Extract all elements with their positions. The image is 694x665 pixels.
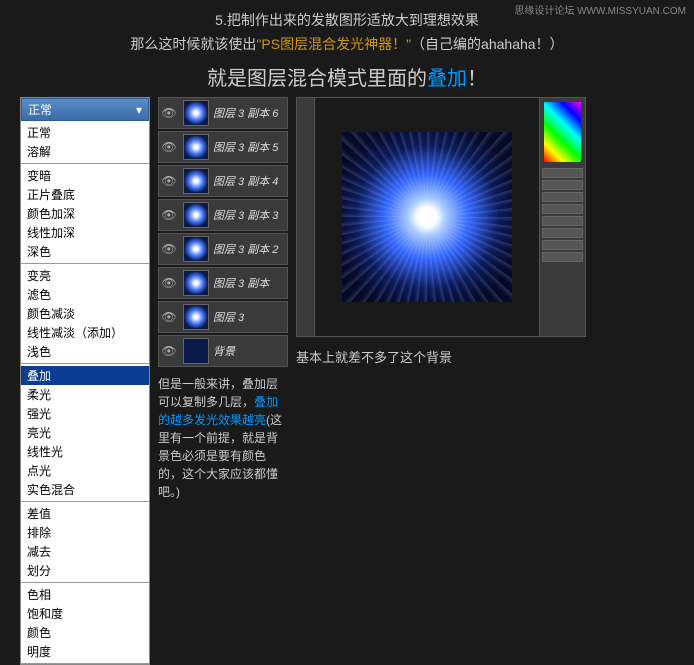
intro-quote: "PS图层混合发光神器！"	[256, 36, 411, 52]
blend-mode-menu: 正常 ▾ 正常溶解变暗正片叠底颜色加深线性加深深色变亮滤色颜色减淡线性减淡（添加…	[20, 97, 150, 665]
layer-thumbnail	[183, 236, 209, 262]
layer-row[interactable]: 👁 背景	[158, 335, 288, 367]
color-swatch-panel	[544, 102, 581, 162]
layer-row[interactable]: 👁 图层 3	[158, 301, 288, 333]
blend-item[interactable]: 饱和度	[21, 604, 149, 623]
blend-item[interactable]: 划分	[21, 561, 149, 580]
layer-thumbnail	[183, 100, 209, 126]
mini-layer-row	[542, 192, 583, 202]
glow-artwork	[342, 132, 512, 302]
layer-row[interactable]: 👁 图层 3 副本 6	[158, 97, 288, 129]
blend-item[interactable]: 明度	[21, 642, 149, 661]
intro-post: （自己编的ahahaha！）	[411, 36, 564, 52]
visibility-eye-icon[interactable]: 👁	[159, 140, 179, 154]
visibility-eye-icon[interactable]: 👁	[159, 106, 179, 120]
layer-thumbnail	[183, 270, 209, 296]
title-post: ！	[467, 68, 487, 90]
layer-name: 图层 3	[213, 309, 244, 325]
layers-panel: 👁 图层 3 副本 6 👁 图层 3 副本 5 👁 图层 3 副本 4 👁 图层 3 副本 3…	[158, 97, 288, 665]
visibility-eye-icon[interactable]: 👁	[159, 310, 179, 324]
ps-toolbar	[297, 98, 315, 336]
layer-name: 图层 3 副本 2	[213, 241, 278, 257]
preview-caption: 基本上就差不多了这个背景	[296, 347, 674, 366]
blend-item[interactable]: 浅色	[21, 342, 149, 361]
intro-pre: 那么这时候就该使出	[130, 36, 256, 52]
layer-row[interactable]: 👁 图层 3 副本	[158, 267, 288, 299]
mini-layers-panel	[540, 166, 585, 266]
blend-item[interactable]: 叠加	[21, 366, 149, 385]
layer-thumbnail	[183, 168, 209, 194]
layer-name: 图层 3 副本 3	[213, 207, 278, 223]
layer-name: 图层 3 副本	[213, 275, 269, 291]
mini-layer-row	[542, 252, 583, 262]
blend-item[interactable]: 变亮	[21, 266, 149, 285]
mini-layer-row	[542, 180, 583, 190]
mini-layer-row	[542, 240, 583, 250]
watermark-text: 思缘设计论坛 WWW.MISSYUAN.COM	[514, 2, 686, 17]
layer-row[interactable]: 👁 图层 3 副本 2	[158, 233, 288, 265]
preview-area: 基本上就差不多了这个背景	[296, 97, 674, 665]
blend-item[interactable]: 正常	[21, 123, 149, 142]
layer-row[interactable]: 👁 图层 3 副本 5	[158, 131, 288, 163]
layer-row[interactable]: 👁 图层 3 副本 4	[158, 165, 288, 197]
main-content: 正常 ▾ 正常溶解变暗正片叠底颜色加深线性加深深色变亮滤色颜色减淡线性减淡（添加…	[0, 97, 694, 665]
blend-item[interactable]: 柔光	[21, 385, 149, 404]
blend-item[interactable]: 色相	[21, 585, 149, 604]
blend-item[interactable]: 亮光	[21, 423, 149, 442]
mini-layer-row	[542, 168, 583, 178]
blend-item[interactable]: 线性减淡（添加）	[21, 323, 149, 342]
mini-layer-row	[542, 204, 583, 214]
blend-item[interactable]: 实色混合	[21, 480, 149, 499]
visibility-eye-icon[interactable]: 👁	[159, 344, 179, 358]
mini-layer-row	[542, 216, 583, 226]
visibility-eye-icon[interactable]: 👁	[159, 242, 179, 256]
blend-item[interactable]: 变暗	[21, 166, 149, 185]
mini-layer-row	[542, 228, 583, 238]
note-text: 但是一般来讲，叠加层可以复制多几层，叠加的越多发光效果越亮(这里有一个前提，就是…	[158, 375, 288, 501]
layer-thumbnail	[183, 134, 209, 160]
ps-right-panels	[539, 98, 585, 336]
title-line: 就是图层混合模式里面的叠加！	[0, 62, 694, 91]
blend-item[interactable]: 强光	[21, 404, 149, 423]
layer-thumbnail	[183, 202, 209, 228]
blend-item[interactable]: 排除	[21, 523, 149, 542]
blend-item[interactable]: 线性光	[21, 442, 149, 461]
layer-row[interactable]: 👁 图层 3 副本 3	[158, 199, 288, 231]
blend-item[interactable]: 差值	[21, 504, 149, 523]
visibility-eye-icon[interactable]: 👁	[159, 276, 179, 290]
layer-name: 图层 3 副本 5	[213, 139, 278, 155]
visibility-eye-icon[interactable]: 👁	[159, 174, 179, 188]
title-pre: 就是图层混合模式里面的	[207, 68, 427, 90]
layer-thumbnail	[183, 304, 209, 330]
blend-item[interactable]: 颜色减淡	[21, 304, 149, 323]
layer-name: 图层 3 副本 6	[213, 105, 278, 121]
title-highlight: 叠加	[427, 68, 467, 90]
ps-canvas	[315, 98, 539, 336]
blend-item[interactable]: 减去	[21, 542, 149, 561]
blend-item[interactable]: 滤色	[21, 285, 149, 304]
blend-item[interactable]: 正片叠底	[21, 185, 149, 204]
intro-line: 那么这时候就该使出"PS图层混合发光神器！"（自己编的ahahaha！）	[0, 34, 694, 54]
blend-current: 正常	[28, 101, 52, 118]
dropdown-arrow-icon: ▾	[136, 103, 142, 117]
blend-item[interactable]: 深色	[21, 242, 149, 261]
blend-item[interactable]: 颜色加深	[21, 204, 149, 223]
layer-thumbnail	[183, 338, 209, 364]
visibility-eye-icon[interactable]: 👁	[159, 208, 179, 222]
layer-name: 背景	[213, 343, 235, 359]
photoshop-window	[296, 97, 586, 337]
blend-item[interactable]: 颜色	[21, 623, 149, 642]
layer-name: 图层 3 副本 4	[213, 173, 278, 189]
blend-item[interactable]: 溶解	[21, 142, 149, 161]
blend-item[interactable]: 点光	[21, 461, 149, 480]
blend-dropdown-header[interactable]: 正常 ▾	[21, 98, 149, 121]
blend-item[interactable]: 线性加深	[21, 223, 149, 242]
